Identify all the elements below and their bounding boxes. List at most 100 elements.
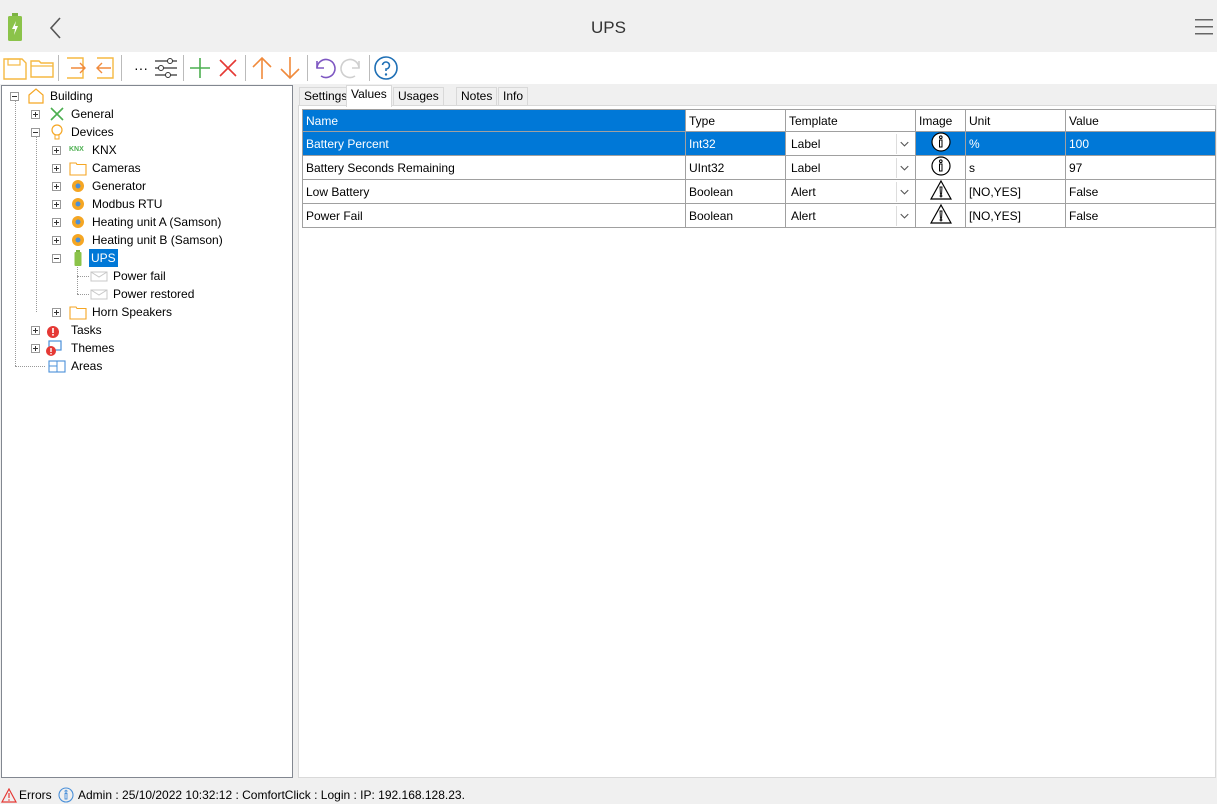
cell-name[interactable]: Battery Percent <box>302 131 686 156</box>
column-header-name[interactable]: Name <box>302 109 686 132</box>
expand-toggle[interactable] <box>52 146 61 155</box>
tree-node-heating-a[interactable]: Heating unit A (Samson) <box>52 213 292 231</box>
tab-settings[interactable]: Settings <box>299 87 353 105</box>
chevron-down-icon[interactable] <box>896 181 912 202</box>
collapse-toggle[interactable] <box>31 128 40 137</box>
help-icon[interactable] <box>373 55 399 81</box>
template-dropdown[interactable]: Alert <box>785 203 916 228</box>
expand-toggle[interactable] <box>31 326 40 335</box>
delete-icon[interactable] <box>215 55 241 81</box>
tree-node-generator[interactable]: Generator <box>52 177 252 195</box>
tree-connector <box>36 136 37 312</box>
column-header-unit[interactable]: Unit <box>965 109 1066 132</box>
tree-node-power-restored[interactable]: Power restored <box>90 285 290 303</box>
cell-name[interactable]: Battery Seconds Remaining <box>302 155 686 180</box>
cell-image[interactable] <box>915 179 966 204</box>
cell-unit[interactable]: s <box>965 155 1066 180</box>
expand-toggle[interactable] <box>31 344 40 353</box>
tree-node-horn-speakers[interactable]: Horn Speakers <box>52 303 252 321</box>
table-row[interactable]: Low Battery Boolean Alert [NO,YES] False <box>302 179 1216 204</box>
expand-toggle[interactable] <box>52 200 61 209</box>
tree-label-general: General <box>71 107 114 121</box>
tab-notes[interactable]: Notes <box>456 87 498 105</box>
cell-image[interactable] <box>915 131 966 156</box>
template-dropdown[interactable]: Label <box>785 155 916 180</box>
expand-toggle[interactable] <box>52 164 61 173</box>
tree-node-ups[interactable]: UPS <box>52 249 252 267</box>
tree-node-cameras[interactable]: Cameras <box>52 159 252 177</box>
template-value: Alert <box>791 184 816 199</box>
add-icon[interactable] <box>187 55 213 81</box>
redo-icon[interactable] <box>339 55 365 81</box>
collapse-toggle[interactable] <box>52 254 61 263</box>
cell-type[interactable]: Boolean <box>685 203 786 228</box>
cell-image[interactable] <box>915 203 966 228</box>
tab-values[interactable]: Values <box>346 85 392 107</box>
tree-node-devices[interactable]: Devices <box>31 123 231 141</box>
expand-toggle[interactable] <box>52 218 61 227</box>
move-up-icon[interactable] <box>249 55 275 81</box>
column-header-image[interactable]: Image <box>915 109 966 132</box>
column-header-template[interactable]: Template <box>785 109 916 132</box>
tab-usages[interactable]: Usages (3) <box>393 87 444 120</box>
hamburger-menu-icon[interactable] <box>1195 17 1213 37</box>
move-down-icon[interactable] <box>277 55 303 81</box>
template-dropdown[interactable]: Alert <box>785 179 916 204</box>
cell-value[interactable]: 97 <box>1065 155 1216 180</box>
cell-unit[interactable]: % <box>965 131 1066 156</box>
cell-value[interactable]: False <box>1065 179 1216 204</box>
import-icon[interactable] <box>63 55 89 81</box>
tree-node-knx[interactable]: KNX KNX <box>52 141 252 159</box>
open-folder-icon[interactable] <box>29 55 55 81</box>
cell-unit[interactable]: [NO,YES] <box>965 203 1066 228</box>
save-icon[interactable] <box>2 55 28 81</box>
more-button[interactable]: ··· <box>128 55 154 81</box>
errors-link[interactable]: Errors <box>19 786 52 804</box>
tab-info[interactable]: Info <box>498 87 529 105</box>
expand-toggle[interactable] <box>52 182 61 191</box>
collapse-toggle[interactable] <box>10 92 19 101</box>
expand-toggle[interactable] <box>52 236 61 245</box>
cell-name[interactable]: Low Battery <box>302 179 686 204</box>
chevron-down-icon[interactable] <box>896 205 912 226</box>
column-header-value[interactable]: Value <box>1065 109 1216 132</box>
cell-value[interactable]: 100 <box>1065 131 1216 156</box>
cell-type[interactable]: Boolean <box>685 179 786 204</box>
tree-node-modbus[interactable]: Modbus RTU <box>52 195 252 213</box>
device-gear-icon <box>72 216 84 228</box>
column-header-type[interactable]: Type <box>685 109 786 132</box>
expand-toggle[interactable] <box>52 308 61 317</box>
warning-icon[interactable] <box>1 788 17 803</box>
export-icon[interactable] <box>91 55 117 81</box>
settings-sliders-icon[interactable] <box>153 55 179 81</box>
tree-node-heating-b[interactable]: Heating unit B (Samson) <box>52 231 292 249</box>
cell-value[interactable]: False <box>1065 203 1216 228</box>
info-icon <box>930 132 951 152</box>
cell-type[interactable]: UInt32 <box>685 155 786 180</box>
cell-name[interactable]: Power Fail <box>302 203 686 228</box>
chevron-down-icon[interactable] <box>896 133 912 154</box>
tree-node-tasks[interactable]: Tasks <box>31 321 231 339</box>
table-row[interactable]: Power Fail Boolean Alert [NO,YES] False <box>302 203 1216 228</box>
tree-node-areas[interactable]: Areas <box>31 357 231 375</box>
project-tree: Building General Devices KNX KNX Cameras… <box>1 85 293 778</box>
cell-image[interactable] <box>915 155 966 180</box>
table-row[interactable]: Battery Seconds Remaining UInt32 Label s… <box>302 155 1216 180</box>
tree-label-horn-speakers: Horn Speakers <box>92 305 173 319</box>
themes-error-icon <box>46 340 62 356</box>
folder-icon <box>69 306 87 320</box>
template-dropdown[interactable]: Label <box>785 131 916 156</box>
tree-node-power-fail[interactable]: Power fail <box>90 267 290 285</box>
expand-toggle[interactable] <box>31 110 40 119</box>
tree-node-themes[interactable]: Themes <box>31 339 231 357</box>
cell-type[interactable]: Int32 <box>685 131 786 156</box>
toolbar-separator <box>183 55 184 81</box>
undo-icon[interactable] <box>311 55 337 81</box>
warning-icon <box>929 180 952 200</box>
tree-node-building[interactable]: Building <box>10 87 210 105</box>
chevron-down-icon[interactable] <box>896 157 912 178</box>
tree-node-general[interactable]: General <box>31 105 231 123</box>
cell-unit[interactable]: [NO,YES] <box>965 179 1066 204</box>
table-row[interactable]: Battery Percent Int32 Label % 100 <box>302 131 1216 156</box>
tree-connector <box>77 276 89 277</box>
